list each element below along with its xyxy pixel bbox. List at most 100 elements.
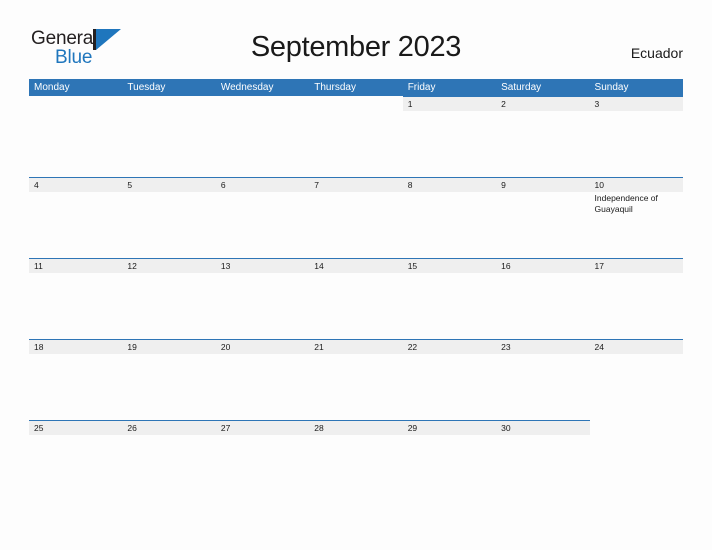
day-number: 12 — [127, 261, 137, 271]
day-band — [402, 177, 497, 192]
weekday-header-saturday: Saturday — [501, 82, 542, 93]
day-cell-12[interactable]: 12 — [122, 258, 216, 339]
day-number: 28 — [314, 423, 324, 433]
day-band — [402, 96, 497, 111]
day-band — [589, 96, 683, 111]
day-number: 4 — [34, 180, 39, 190]
day-band — [29, 258, 123, 273]
day-cell-24[interactable]: 24 — [589, 339, 683, 420]
day-cell-3[interactable]: 3 — [589, 96, 683, 177]
week-cells: 18 19 20 21 22 23 24 — [29, 339, 683, 420]
day-number: 11 — [34, 261, 43, 271]
day-cell-4[interactable]: 4 — [29, 177, 123, 258]
day-number: 2 — [501, 99, 506, 109]
weekday-header-friday: Friday — [407, 82, 436, 93]
calendar-week-row: 25 26 27 28 29 30 — [29, 420, 683, 501]
day-cell-11[interactable]: 11 — [29, 258, 123, 339]
day-cell-27[interactable]: 27 — [215, 420, 310, 501]
day-cell-empty — [309, 96, 402, 177]
day-band — [496, 177, 590, 192]
day-cell-1[interactable]: 1 — [402, 96, 497, 177]
page-header: General Blue September 2023 Ecuador — [0, 0, 712, 76]
day-number: 16 — [501, 261, 511, 271]
holiday-event: Independence of Guayaquil — [594, 193, 658, 214]
day-cell-23[interactable]: 23 — [496, 339, 590, 420]
day-number: 1 — [407, 99, 413, 109]
day-number: 3 — [594, 99, 600, 109]
day-number: 24 — [594, 342, 604, 352]
day-cell-13[interactable]: 13 — [215, 258, 310, 339]
day-cell-empty — [216, 96, 309, 177]
calendar-week-row: 4 5 6 7 8 9 10 Independence of Guayaquil — [29, 177, 683, 258]
calendar-week-row: 11 12 13 14 15 16 17 — [29, 258, 683, 339]
day-number: 17 — [594, 261, 604, 271]
day-cell-2[interactable]: 2 — [496, 96, 590, 177]
day-cell-empty — [590, 420, 683, 501]
day-cell-25[interactable]: 25 — [29, 420, 123, 501]
day-number: 8 — [407, 180, 413, 190]
day-number: 27 — [220, 423, 231, 433]
weekday-header-tuesday: Tuesday — [127, 82, 166, 93]
day-band — [215, 177, 310, 192]
weekday-header-row: Monday Tuesday Wednesday Thursday Friday Satu… — [29, 79, 683, 96]
day-cell-19[interactable]: 19 — [122, 339, 216, 420]
day-number: 21 — [314, 342, 324, 352]
day-number: 20 — [220, 342, 231, 352]
week-cells: 1 2 3 — [29, 96, 683, 177]
day-number: 14 — [314, 261, 324, 271]
day-cell-10[interactable]: 10 Independence of Guayaquil — [589, 177, 683, 258]
day-number: 10 — [594, 180, 604, 190]
day-number: 22 — [407, 342, 418, 352]
day-cell-14[interactable]: 14 — [309, 258, 403, 339]
weekday-header-monday: Monday — [34, 82, 70, 93]
day-band — [496, 96, 590, 111]
day-cell-16[interactable]: 16 — [496, 258, 590, 339]
day-number: 23 — [501, 342, 511, 352]
day-cell-22[interactable]: 22 — [402, 339, 497, 420]
day-cell-8[interactable]: 8 — [402, 177, 497, 258]
calendar-page: General Blue September 2023 Ecuador Mond… — [0, 0, 712, 550]
weekday-header-sunday: Sunday — [594, 82, 629, 93]
day-cell-empty — [122, 96, 215, 177]
day-band — [122, 177, 216, 192]
calendar-grid: Monday Tuesday Wednesday Thursday Friday Satu… — [29, 79, 683, 501]
day-number: 9 — [501, 180, 506, 190]
day-cell-5[interactable]: 5 — [122, 177, 216, 258]
day-cell-empty — [29, 96, 122, 177]
day-cell-26[interactable]: 26 — [122, 420, 216, 501]
day-number: 5 — [127, 180, 133, 190]
day-number: 13 — [220, 261, 231, 271]
calendar-week-row: 18 19 20 21 22 23 24 — [29, 339, 683, 420]
day-number: 19 — [127, 342, 137, 352]
day-band — [29, 177, 123, 192]
day-number: 26 — [127, 423, 137, 433]
day-cell-9[interactable]: 9 — [496, 177, 590, 258]
day-number: 29 — [407, 423, 418, 433]
day-cell-15[interactable]: 15 — [402, 258, 497, 339]
day-number: 6 — [220, 180, 226, 190]
weekday-header-thursday: Thursday — [314, 82, 356, 93]
day-cell-28[interactable]: 28 — [309, 420, 403, 501]
weekday-header-wednesday: Wednesday — [220, 82, 274, 93]
day-cell-30[interactable]: 30 — [496, 420, 590, 501]
day-cell-17[interactable]: 17 — [589, 258, 683, 339]
day-cell-21[interactable]: 21 — [309, 339, 403, 420]
day-number: 25 — [34, 423, 44, 433]
week-cells: 11 12 13 14 15 16 17 — [29, 258, 683, 339]
page-title: September 2023 — [250, 31, 462, 63]
day-number: 18 — [34, 342, 44, 352]
day-cell-7[interactable]: 7 — [309, 177, 403, 258]
day-band — [309, 177, 403, 192]
day-number: 15 — [407, 261, 418, 271]
day-number: 30 — [501, 423, 511, 433]
day-events: Independence of Guayaquil — [595, 193, 679, 215]
day-cell-29[interactable]: 29 — [402, 420, 497, 501]
day-cell-6[interactable]: 6 — [215, 177, 310, 258]
day-number: 7 — [314, 180, 319, 190]
calendar-week-row: 1 2 3 — [29, 96, 683, 177]
region-label: Ecuador — [630, 45, 683, 61]
day-cell-18[interactable]: 18 — [29, 339, 123, 420]
day-cell-20[interactable]: 20 — [215, 339, 310, 420]
week-cells: 25 26 27 28 29 30 — [29, 420, 683, 501]
calendar-weeks: 1 2 3 4 5 6 7 8 9 10 Independence of Guayaquil 11 12… — [29, 96, 683, 501]
